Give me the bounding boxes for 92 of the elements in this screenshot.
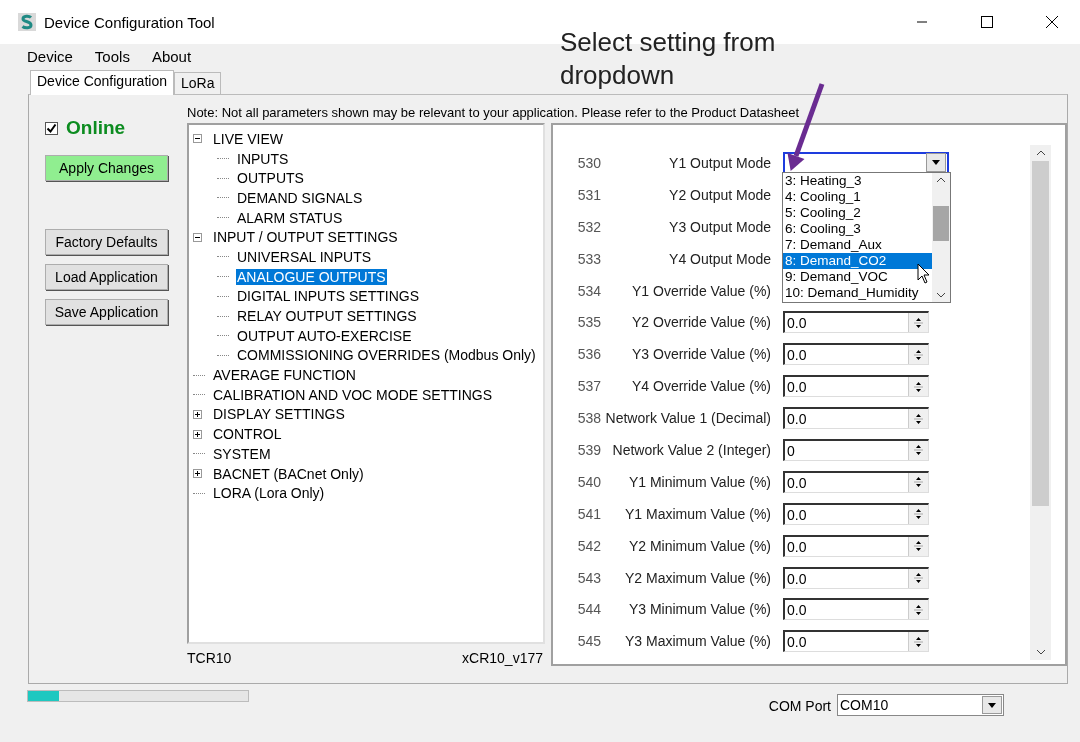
tree-item[interactable]: ALARM STATUS	[236, 209, 344, 226]
parameter-number: 545	[576, 633, 601, 650]
expander-icon[interactable]	[193, 409, 202, 419]
tree-item[interactable]: LORA (Lora Only)	[212, 485, 326, 502]
dropdown-option[interactable]: 4: Cooling_1	[783, 189, 932, 205]
tree-item[interactable]: ANALOGUE OUTPUTS	[236, 268, 387, 285]
parameter-label: Y1 Minimum Value (%)	[627, 473, 771, 490]
callout-text: Select setting from dropdown	[560, 26, 777, 92]
tree-item[interactable]: UNIVERSAL INPUTS	[236, 248, 373, 265]
tree-item[interactable]: COMMISSIONING OVERRIDES (Modbus Only)	[236, 347, 537, 364]
tree-item[interactable]: OUTPUTS	[236, 170, 305, 187]
scrollbar[interactable]	[932, 173, 950, 302]
scroll-thumb[interactable]	[1032, 161, 1049, 506]
parameter-number: 534	[576, 282, 601, 299]
parameter-label: Y2 Override Value (%)	[631, 314, 771, 331]
scroll-up-icon[interactable]	[1035, 149, 1046, 157]
parameter-label: Y3 Override Value (%)	[631, 346, 771, 363]
parameter-number: 533	[576, 250, 601, 267]
com-port-dropdown[interactable]: COM10	[837, 694, 1004, 716]
scroll-down-icon[interactable]	[936, 291, 946, 299]
parameter-number: 536	[576, 346, 601, 363]
parameter-number: 542	[576, 537, 601, 554]
tree-item[interactable]: CALIBRATION AND VOC MODE SETTINGS	[212, 386, 493, 403]
parameter-number: 543	[576, 569, 601, 586]
note-text: Note: Not all parameters shown may be relevant to your application. Please refer to the Product Datasheet	[187, 105, 801, 122]
firmware-version: xCR10_v177	[462, 650, 543, 666]
parameter-number: 537	[576, 378, 601, 395]
parameter-number: 541	[576, 505, 601, 522]
parameter-label: Y2 Output Mode	[668, 186, 771, 203]
expander-icon[interactable]	[193, 429, 202, 439]
window-title: Device Configuration Tool	[44, 13, 215, 31]
online-checkbox[interactable]	[45, 121, 58, 135]
menu-item[interactable]: About	[151, 48, 192, 70]
menu-item[interactable]: Device	[27, 48, 73, 70]
tree-item[interactable]: DISPLAY SETTINGS	[212, 406, 346, 423]
online-label: Online	[66, 117, 126, 139]
scroll-up-icon[interactable]	[936, 176, 946, 184]
tree-item[interactable]: DIGITAL INPUTS SETTINGS	[236, 288, 421, 305]
expander-icon[interactable]	[193, 469, 202, 479]
parameter-label: Y2 Minimum Value (%)	[627, 537, 771, 554]
app-logo-icon	[18, 13, 36, 31]
parameter-label: Y3 Maximum Value (%)	[624, 633, 771, 650]
dropdown-option[interactable]: 8: Demand_CO2	[783, 253, 932, 269]
parameter-label: Y2 Maximum Value (%)	[624, 569, 771, 586]
parameter-number: 544	[576, 601, 601, 618]
tree-item[interactable]: CONTROL	[212, 426, 283, 443]
expander-icon[interactable]	[193, 134, 202, 144]
mouse-cursor-icon	[917, 263, 931, 285]
dropdown-option[interactable]: 6: Cooling_3	[783, 221, 932, 237]
parameter-number: 532	[576, 218, 601, 235]
parameter-label: Network Value 1 (Decimal)	[604, 410, 771, 427]
parameter-label: Y1 Output Mode	[668, 154, 771, 171]
scrollbar[interactable]	[1030, 145, 1051, 660]
scroll-down-icon[interactable]	[1035, 648, 1046, 656]
parameter-label: Network Value 2 (Integer)	[611, 441, 771, 458]
parameter-label: Y3 Minimum Value (%)	[627, 601, 771, 618]
parameter-label: Y3 Output Mode	[668, 218, 771, 235]
device-model: TCR10	[187, 650, 232, 666]
tab[interactable]: Device Configuration	[30, 70, 174, 95]
tree-item[interactable]: SYSTEM	[212, 445, 272, 462]
dropdown-option[interactable]: 5: Cooling_2	[783, 205, 932, 221]
dropdown-option[interactable]: 10: Demand_Humidity	[783, 285, 932, 301]
action-button[interactable]: Factory Defaults	[45, 229, 168, 255]
parameter-label: Y1 Maximum Value (%)	[624, 505, 771, 522]
dropdown-option[interactable]: 7: Demand_Aux	[783, 237, 932, 253]
menu-item[interactable]: Tools	[94, 48, 130, 70]
tree-item[interactable]: LIVE VIEW	[212, 130, 285, 147]
dropdown-option[interactable]: 9: Demand_VOC	[783, 269, 932, 285]
scroll-thumb[interactable]	[933, 206, 949, 241]
tree-item[interactable]: RELAY OUTPUT SETTINGS	[236, 308, 418, 325]
parameter-number: 530	[576, 154, 601, 171]
parameter-label: Y4 Override Value (%)	[631, 378, 771, 395]
action-button[interactable]: Load Application	[45, 264, 168, 290]
action-button[interactable]: Save Application	[45, 299, 168, 325]
expander-icon[interactable]	[193, 232, 202, 242]
parameter-label: Y1 Override Value (%)	[631, 282, 771, 299]
parameter-number: 540	[576, 473, 601, 490]
tab[interactable]: LoRa	[173, 72, 222, 94]
parameter-number: 531	[576, 186, 601, 203]
com-port-label: COM Port	[768, 698, 831, 714]
dropdown-option[interactable]: 3: Heating_3	[783, 173, 932, 189]
parameter-number: 539	[576, 441, 601, 458]
tree-item[interactable]: DEMAND SIGNALS	[236, 189, 364, 206]
parameter-label: Y4 Output Mode	[668, 250, 771, 267]
action-button[interactable]: Apply Changes	[45, 155, 168, 181]
tree-item[interactable]: AVERAGE FUNCTION	[212, 367, 357, 384]
tree-item[interactable]: INPUTS	[236, 150, 290, 167]
tree-item[interactable]: OUTPUT AUTO-EXERCISE	[236, 327, 413, 344]
parameter-number: 535	[576, 314, 601, 331]
parameter-number: 538	[576, 410, 601, 427]
tree-item[interactable]: BACNET (BACnet Only)	[212, 465, 365, 482]
tree-item[interactable]: INPUT / OUTPUT SETTINGS	[212, 229, 399, 246]
